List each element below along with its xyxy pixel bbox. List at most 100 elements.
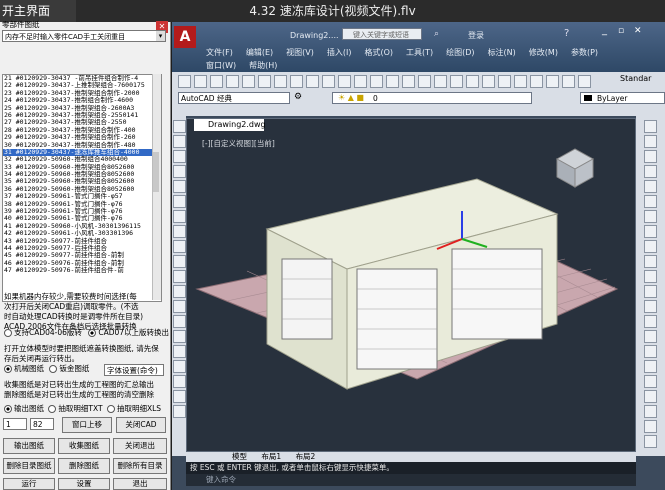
draw-tool-icon[interactable] [173, 405, 186, 418]
toolbar-button-icon[interactable] [306, 75, 319, 88]
toolbar-button-icon[interactable] [418, 75, 431, 88]
draw-tool-icon[interactable] [173, 270, 186, 283]
gear-icon[interactable]: ⚙ [294, 92, 302, 102]
modify-tool-icon[interactable] [644, 345, 657, 358]
font-setting-select[interactable]: 字体设置(命令) [104, 364, 164, 376]
memory-mode-select[interactable]: 内存不足时输入零件CAD手工关闭重目 [2, 30, 166, 42]
tab-layout2[interactable]: 布局2 [296, 452, 316, 461]
draw-tool-icon[interactable] [173, 225, 186, 238]
minimize-icon[interactable]: _ [602, 25, 607, 36]
draw-tool-icon[interactable] [173, 180, 186, 193]
radio-cad07[interactable]: CAD07以上版转换出 [88, 328, 169, 337]
delete-drawing-button[interactable]: 删除图纸 [58, 458, 110, 474]
menu-item[interactable]: 帮助(H) [249, 61, 277, 70]
toolbar-button-icon[interactable] [482, 75, 495, 88]
modify-tool-icon[interactable] [644, 150, 657, 163]
search-input[interactable]: 键入关键字或短语 [342, 28, 422, 40]
tab-layout1[interactable]: 布局1 [261, 452, 281, 461]
modify-tool-icon[interactable] [644, 255, 657, 268]
workspace-select[interactable]: AutoCAD 经典 [178, 92, 290, 104]
radio-icon[interactable] [4, 365, 12, 373]
modify-tool-icon[interactable] [644, 165, 657, 178]
modify-tool-icon[interactable] [644, 300, 657, 313]
modify-tool-icon[interactable] [644, 210, 657, 223]
modify-tool-icon[interactable] [644, 420, 657, 433]
modify-tool-icon[interactable] [644, 270, 657, 283]
radio-extract-xls[interactable]: 抽取明细XLS [106, 404, 161, 413]
window-up-button[interactable]: 窗口上移 [62, 417, 112, 433]
toolbar-button-icon[interactable] [322, 75, 335, 88]
draw-tool-icon[interactable] [173, 300, 186, 313]
toolbar-button-icon[interactable] [290, 75, 303, 88]
list-item[interactable]: 47 #0120929-50976-前挂件组合件-前 [3, 266, 161, 274]
drawing-tab[interactable]: Drawing2.dwg [194, 119, 266, 131]
modify-tool-icon[interactable] [644, 315, 657, 328]
radio-icon[interactable] [4, 329, 12, 337]
modify-tool-icon[interactable] [644, 120, 657, 133]
draw-tool-icon[interactable] [173, 210, 186, 223]
draw-tool-icon[interactable] [173, 195, 186, 208]
radio-out-dwg[interactable]: 输出图纸 [4, 404, 44, 413]
toolbar-button-icon[interactable] [466, 75, 479, 88]
toolbar-button-icon[interactable] [386, 75, 399, 88]
modify-tool-icon[interactable] [644, 330, 657, 343]
menu-item[interactable]: 格式(O) [364, 48, 393, 57]
modify-tool-icon[interactable] [644, 135, 657, 148]
toolbar-button-icon[interactable] [514, 75, 527, 88]
modify-tool-icon[interactable] [644, 195, 657, 208]
chevron-down-icon[interactable]: ▾ [156, 31, 165, 41]
draw-tool-icon[interactable] [173, 390, 186, 403]
draw-tool-icon[interactable] [173, 345, 186, 358]
text-style-select[interactable]: Standar [620, 72, 665, 86]
toolbar-button-icon[interactable] [578, 75, 591, 88]
menu-item[interactable]: 编辑(E) [246, 48, 273, 57]
toolbar-button-icon[interactable] [530, 75, 543, 88]
radio-icon[interactable] [49, 365, 58, 373]
delete-dir-drawing-button[interactable]: 删除目录图纸 [3, 458, 55, 474]
color-select[interactable]: ByLayer [580, 92, 665, 104]
menu-item[interactable]: 文件(F) [206, 48, 233, 57]
radio-extract-txt[interactable]: 抽取明细TXT [48, 404, 103, 413]
menu-item[interactable]: 标注(N) [488, 48, 516, 57]
modify-tool-icon[interactable] [644, 180, 657, 193]
scrollbar-thumb[interactable] [153, 152, 159, 192]
command-input[interactable]: 键入命令 [186, 474, 636, 486]
radio-mech[interactable]: 机械图纸 [4, 364, 44, 373]
toolbar-button-icon[interactable] [226, 75, 239, 88]
export-drawing-button[interactable]: 输出图纸 [3, 438, 55, 454]
toolbar-button-icon[interactable] [210, 75, 223, 88]
toolbar-button-icon[interactable] [338, 75, 351, 88]
close-icon[interactable]: ✕ [634, 26, 642, 36]
toolbar-button-icon[interactable] [546, 75, 559, 88]
menu-item[interactable]: 修改(M) [529, 48, 558, 57]
toolbar-button-icon[interactable] [498, 75, 511, 88]
radio-icon[interactable] [4, 405, 12, 413]
draw-tool-icon[interactable] [173, 375, 186, 388]
page-to-input[interactable]: 82 [30, 418, 54, 430]
toolbar-button-icon[interactable] [258, 75, 271, 88]
run-button[interactable]: 运行 [3, 478, 55, 490]
modify-tool-icon[interactable] [644, 285, 657, 298]
radio-cad04[interactable]: 支持CAD04-06版转 [4, 328, 82, 337]
modify-tool-icon[interactable] [644, 435, 657, 448]
draw-tool-icon[interactable] [173, 255, 186, 268]
draw-tool-icon[interactable] [173, 330, 186, 343]
collect-drawing-button[interactable]: 收集图纸 [58, 438, 110, 454]
drawing-area[interactable] [186, 118, 636, 452]
search-icon[interactable]: ⌕ [434, 29, 439, 39]
toolbar-button-icon[interactable] [562, 75, 575, 88]
draw-tool-icon[interactable] [173, 240, 186, 253]
draw-tool-icon[interactable] [173, 165, 186, 178]
menu-item[interactable]: 窗口(W) [206, 61, 236, 70]
close-cad-button[interactable]: 关闭CAD [116, 417, 166, 433]
modify-tool-icon[interactable] [644, 360, 657, 373]
modify-tool-icon[interactable] [644, 375, 657, 388]
viewport-label[interactable]: [-][自定义视图][当前] [202, 138, 275, 149]
toolbar-button-icon[interactable] [178, 75, 191, 88]
toolbar-button-icon[interactable] [354, 75, 367, 88]
login-link[interactable]: 登录 [468, 30, 484, 41]
parts-list[interactable]: 21 #0120929-30437 -前吊挂件组合制作-4 22 #0120929… [2, 74, 162, 302]
toolbar-button-icon[interactable] [434, 75, 447, 88]
settings-button[interactable]: 设置 [58, 478, 110, 490]
toolbar-button-icon[interactable] [242, 75, 255, 88]
